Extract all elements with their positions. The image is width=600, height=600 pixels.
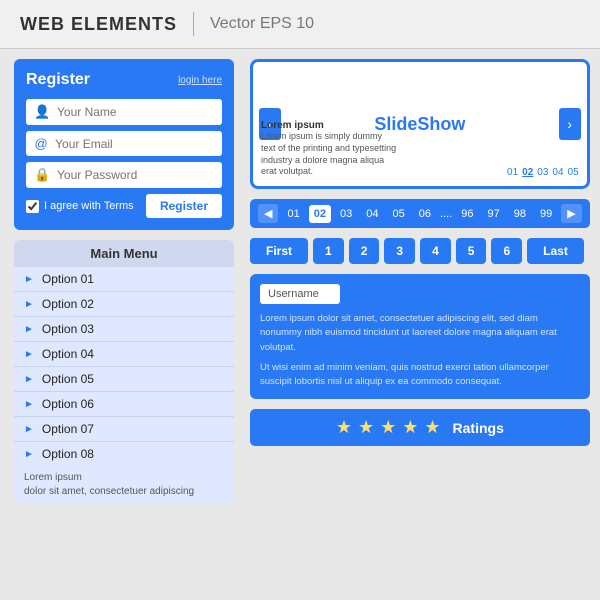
card-text-2: Ut wisi enim ad minim veniam, quis nostr… (260, 361, 580, 390)
page-tab-03[interactable]: 03 (335, 205, 357, 223)
menu-box: Main Menu ► Option 01 ► Option 02 ► Opti… (14, 240, 234, 504)
email-input[interactable] (55, 137, 214, 151)
menu-item-label-3: Option 04 (42, 347, 94, 361)
menu-item-0[interactable]: ► Option 01 (14, 267, 234, 292)
register-button[interactable]: Register (146, 194, 222, 218)
slideshow-box: ‹ SlideShow › Lorem ipsum Lorem ipsum is… (250, 59, 590, 189)
menu-arrow-icon-1: ► (24, 299, 34, 310)
page-header: WEB ELEMENTS Vector EPS 10 (0, 0, 600, 49)
menu-item-label-4: Option 05 (42, 372, 94, 386)
menu-item-label-6: Option 07 (42, 422, 94, 436)
ratings-box: ★ ★ ★ ★ ★ Ratings (250, 409, 590, 446)
left-column: Register login here 👤 @ 🔒 I agree with T… (14, 59, 244, 546)
name-input[interactable] (57, 105, 214, 119)
page-tab-96[interactable]: 96 (456, 205, 478, 223)
page-btn-5[interactable]: 5 (456, 238, 487, 264)
pagination-strip: ◀ 01 02 03 04 05 06 .... 96 97 98 99 ▶ (250, 199, 590, 228)
star-2[interactable]: ★ (358, 417, 374, 438)
menu-item-5[interactable]: ► Option 06 (14, 392, 234, 417)
menu-arrow-icon-3: ► (24, 349, 34, 360)
agree-label[interactable]: I agree with Terms (26, 200, 134, 213)
page-tab-98[interactable]: 98 (509, 205, 531, 223)
menu-item-label-5: Option 06 (42, 397, 94, 411)
page-tab-97[interactable]: 97 (482, 205, 504, 223)
slide-dot-4[interactable]: 04 (552, 167, 563, 178)
slide-lorem: Lorem ipsum (261, 120, 507, 131)
slide-dots: 01 02 03 04 05 (507, 167, 579, 178)
menu-item-label-1: Option 02 (42, 297, 94, 311)
menu-arrow-icon-4: ► (24, 374, 34, 385)
slide-body-text: Lorem ipsum is simply dummy text of the … (261, 131, 396, 178)
register-title: Register (26, 71, 90, 89)
menu-item-label-7: Option 08 (42, 447, 94, 461)
menu-item-4[interactable]: ► Option 05 (14, 367, 234, 392)
menu-arrow-icon-7: ► (24, 449, 34, 460)
login-link[interactable]: login here (178, 75, 222, 86)
menu-footer-line1: Lorem ipsum (24, 471, 224, 485)
email-icon: @ (34, 136, 48, 151)
slide-bottom: Lorem ipsum Lorem ipsum is simply dummy … (261, 120, 579, 178)
menu-item-label-2: Option 03 (42, 322, 94, 336)
user-icon: 👤 (34, 104, 50, 120)
password-input[interactable] (57, 168, 214, 182)
menu-title: Main Menu (14, 240, 234, 267)
ratings-label: Ratings (453, 420, 504, 436)
email-input-group: @ (26, 131, 222, 156)
register-header: Register login here (26, 71, 222, 89)
page-tab-02[interactable]: 02 (309, 205, 331, 223)
page-btn-1[interactable]: 1 (313, 238, 344, 264)
last-button[interactable]: Last (527, 238, 584, 264)
star-5[interactable]: ★ (424, 417, 440, 438)
name-input-group: 👤 (26, 99, 222, 125)
main-content: Register login here 👤 @ 🔒 I agree with T… (0, 49, 600, 597)
username-field[interactable]: Username (260, 284, 340, 304)
menu-item-7[interactable]: ► Option 08 (14, 442, 234, 466)
page-btn-3[interactable]: 3 (384, 238, 415, 264)
page-btn-6[interactable]: 6 (491, 238, 522, 264)
pagination-next-button[interactable]: ▶ (561, 204, 581, 223)
first-button[interactable]: First (250, 238, 308, 264)
right-column: ‹ SlideShow › Lorem ipsum Lorem ipsum is… (244, 59, 590, 546)
menu-item-3[interactable]: ► Option 04 (14, 342, 234, 367)
slide-dot-2[interactable]: 02 (522, 167, 533, 178)
menu-arrow-icon-2: ► (24, 324, 34, 335)
register-box: Register login here 👤 @ 🔒 I agree with T… (14, 59, 234, 230)
slide-dot-3[interactable]: 03 (537, 167, 548, 178)
card-box: Username Lorem ipsum dolor sit amet, con… (250, 274, 590, 399)
page-tab-99[interactable]: 99 (535, 205, 557, 223)
page-tab-01[interactable]: 01 (282, 205, 304, 223)
slide-dot-1[interactable]: 01 (507, 167, 518, 178)
menu-item-6[interactable]: ► Option 07 (14, 417, 234, 442)
terms-row: I agree with Terms Register (26, 194, 222, 218)
menu-footer-line2: dolor sit amet, consectetuer adipiscing (24, 485, 224, 499)
header-divider (193, 12, 194, 36)
slide-dot-5[interactable]: 05 (568, 167, 579, 178)
password-input-group: 🔒 (26, 162, 222, 188)
menu-footer: Lorem ipsum dolor sit amet, consectetuer… (14, 466, 234, 504)
star-4[interactable]: ★ (402, 417, 418, 438)
star-1[interactable]: ★ (336, 417, 352, 438)
card-text-1: Lorem ipsum dolor sit amet, consectetuer… (260, 312, 580, 355)
page-buttons: First 1 2 3 4 5 6 Last (250, 238, 590, 264)
slide-text-block: Lorem ipsum Lorem ipsum is simply dummy … (261, 120, 507, 178)
menu-item-label-0: Option 01 (42, 272, 94, 286)
header-subtitle: Vector EPS 10 (210, 15, 314, 33)
star-3[interactable]: ★ (380, 417, 396, 438)
agree-checkbox[interactable] (26, 200, 39, 213)
pagination-prev-button[interactable]: ◀ (258, 204, 278, 223)
menu-arrow-icon-6: ► (24, 424, 34, 435)
menu-item-2[interactable]: ► Option 03 (14, 317, 234, 342)
pagination-ellipsis: .... (440, 208, 452, 220)
header-title: WEB ELEMENTS (20, 14, 177, 35)
page-tab-06[interactable]: 06 (414, 205, 436, 223)
menu-arrow-icon-0: ► (24, 274, 34, 285)
lock-icon: 🔒 (34, 167, 50, 183)
page-btn-2[interactable]: 2 (349, 238, 380, 264)
menu-item-1[interactable]: ► Option 02 (14, 292, 234, 317)
menu-arrow-icon-5: ► (24, 399, 34, 410)
page-tab-05[interactable]: 05 (387, 205, 409, 223)
page-tab-04[interactable]: 04 (361, 205, 383, 223)
page-btn-4[interactable]: 4 (420, 238, 451, 264)
